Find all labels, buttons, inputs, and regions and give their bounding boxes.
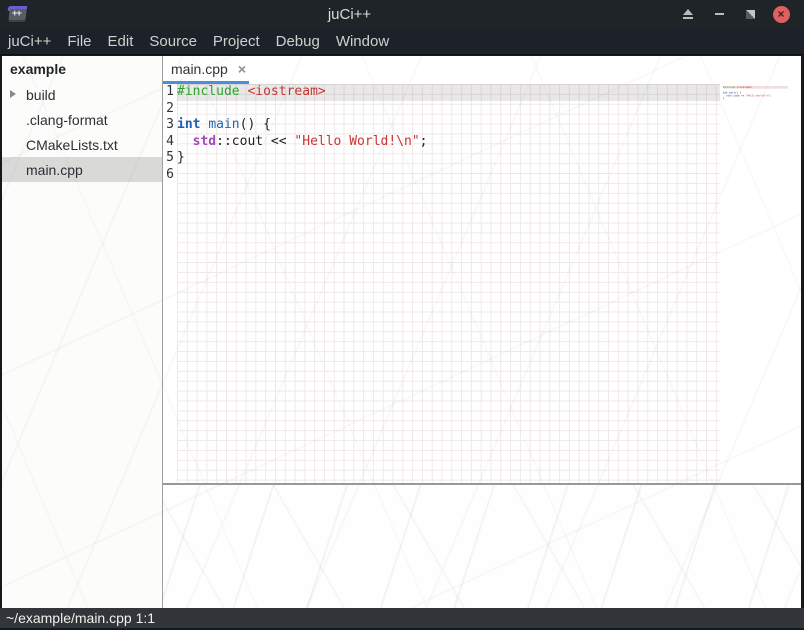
sidebar-item-label: main.cpp (26, 162, 83, 178)
titlebar: ++ juCi++ × (0, 0, 804, 28)
sidebar: example build .clang-format CMakeLists.txt… (2, 56, 162, 608)
tab-close-icon[interactable]: × (238, 62, 246, 76)
code-line-2 (177, 101, 720, 118)
code-line-5: } (177, 150, 720, 167)
terminal-pane[interactable] (163, 485, 801, 608)
shade-button[interactable] (675, 3, 701, 25)
line-number-gutter[interactable]: 123456 (163, 84, 177, 483)
minimize-icon (715, 13, 724, 15)
minimap-content: #include <iostream>int main() { std::cou… (723, 86, 801, 102)
code-token: #include (723, 86, 735, 89)
app-icon: ++ (7, 5, 29, 24)
line-number: 1 (163, 84, 174, 101)
sidebar-item-cmakelists-txt[interactable]: CMakeLists.txt (2, 132, 162, 157)
main-area: main.cpp × 123456 #include <iostream>int… (163, 56, 801, 608)
sidebar-item-label: build (26, 87, 56, 103)
line-number: 4 (163, 134, 174, 151)
menu-item-window[interactable]: Window (328, 33, 397, 50)
code-token: "Hello World!\n" (746, 94, 770, 97)
minimap[interactable]: #include <iostream>int main() { std::cou… (720, 84, 801, 483)
menu-item-debug[interactable]: Debug (268, 33, 328, 50)
tabbar: main.cpp × (163, 56, 801, 84)
menubar-items: juCi++FileEditSourceProjectDebugWindow (0, 28, 804, 55)
tab-main-cpp[interactable]: main.cpp × (163, 56, 246, 81)
code-token: main (208, 117, 239, 132)
code-token: } (723, 97, 725, 100)
code-token: () { (240, 117, 271, 132)
sidebar-item-label: .clang-format (26, 112, 108, 128)
source-editor: 123456 #include <iostream>int main() { s… (163, 84, 801, 483)
code-token: :: (216, 134, 232, 149)
code-line-6 (177, 167, 720, 184)
code-line-3: int main() { (177, 117, 720, 134)
menu-item-file[interactable]: File (59, 33, 99, 50)
code-token: << (263, 134, 294, 149)
expander-icon[interactable] (10, 90, 16, 98)
menu-item-edit[interactable]: Edit (100, 33, 142, 50)
code-lines: #include <iostream>int main() { std::cou… (177, 84, 720, 183)
minimap-line-6 (723, 100, 801, 103)
code-token: ; (420, 134, 428, 149)
statusbar-path: ~/example/main.cpp 1:1 (6, 610, 155, 626)
code-token: "Hello World!\n" (294, 134, 419, 149)
sidebar-root[interactable]: example (2, 56, 162, 82)
statusbar: ~/example/main.cpp 1:1 (0, 608, 804, 628)
code-token: int (177, 117, 200, 132)
eject-icon-bar (683, 17, 693, 19)
window-controls: × (670, 3, 794, 25)
sidebar-item-build[interactable]: build (2, 82, 162, 107)
menu-item-project[interactable]: Project (205, 33, 268, 50)
code-token: } (177, 150, 185, 165)
restore-icon (746, 10, 755, 19)
sidebar-item-clang-format[interactable]: .clang-format (2, 107, 162, 132)
app-icon-plusplus: ++ (12, 9, 21, 19)
line-number: 5 (163, 150, 174, 167)
code-token: <iostream> (247, 84, 325, 99)
sidebar-item-main-cpp[interactable]: main.cpp (2, 157, 162, 182)
sidebar-tree: build .clang-format CMakeLists.txt main.cpp (2, 82, 162, 182)
close-icon: × (773, 6, 790, 23)
line-number: 6 (163, 167, 174, 184)
code-token: cout (232, 134, 263, 149)
code-area[interactable]: #include <iostream>int main() { std::cou… (177, 84, 720, 483)
line-number: 2 (163, 101, 174, 118)
line-number: 3 (163, 117, 174, 134)
code-token: ; (770, 94, 772, 97)
code-token: #include (177, 84, 240, 99)
eject-icon (683, 9, 693, 15)
window-title: juCi++ (29, 6, 670, 23)
close-button[interactable]: × (768, 3, 794, 25)
minimize-button[interactable] (706, 3, 732, 25)
app-window: ++ juCi++ × juCi++FileEditSourceProjectD… (0, 0, 804, 630)
menu-item-source[interactable]: Source (141, 33, 205, 50)
restore-button[interactable] (737, 3, 763, 25)
code-token: <iostream> (737, 86, 752, 89)
sidebar-item-label: CMakeLists.txt (26, 137, 118, 153)
code-line-4: std::cout << "Hello World!\n"; (177, 134, 720, 151)
tab-label: main.cpp (171, 61, 228, 77)
sidebar-root-label: example (10, 61, 66, 77)
code-line-1: #include <iostream> (177, 84, 720, 101)
code-token (177, 134, 193, 149)
code-token: std (193, 134, 216, 149)
menu-item-juci[interactable]: juCi++ (0, 33, 59, 50)
